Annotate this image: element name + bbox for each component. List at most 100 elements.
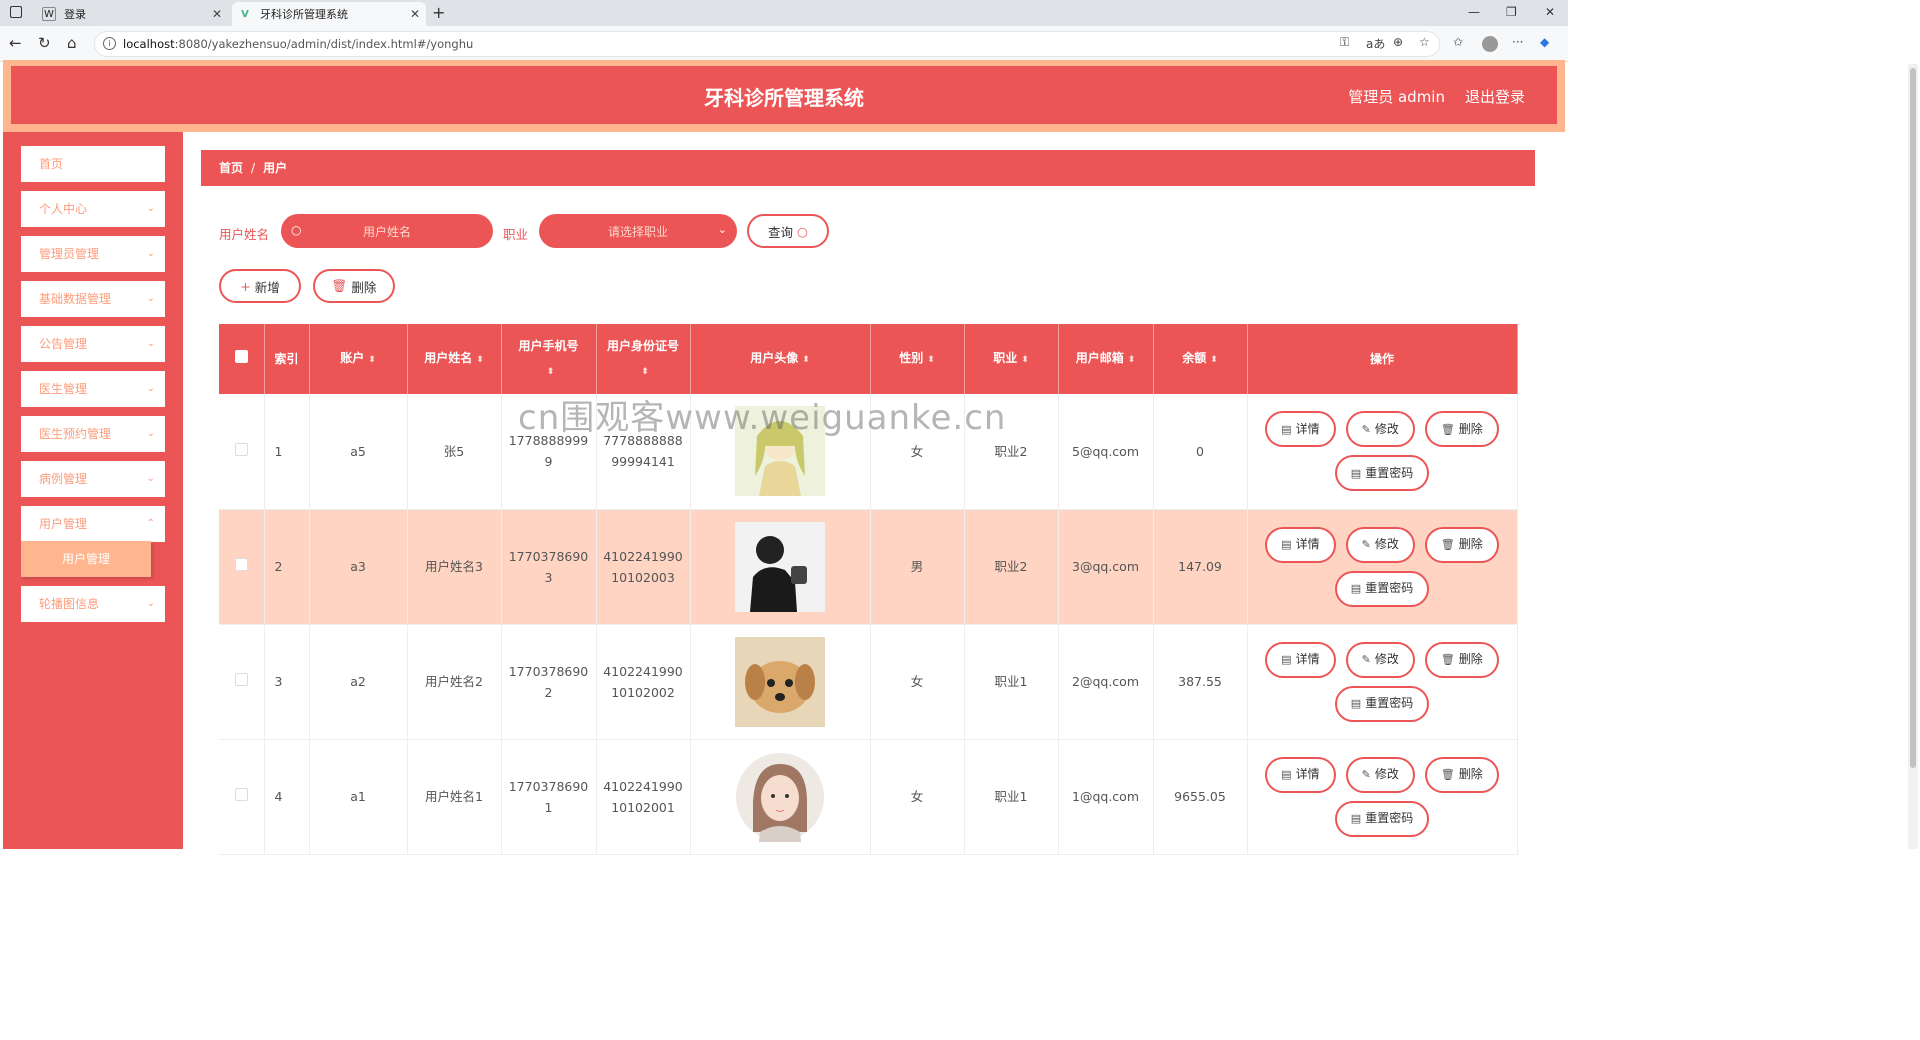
batch-delete-button[interactable]: 🗑 删除: [313, 269, 395, 303]
window-close-icon[interactable]: ✕: [1545, 5, 1555, 19]
col-idcard[interactable]: 用户身份证号 ⬍: [596, 324, 691, 394]
sidebar-item-cases[interactable]: 病例管理 ⌄: [21, 461, 165, 497]
pencil-icon: ✎: [1361, 538, 1371, 551]
detail-button[interactable]: ▤ 详情: [1265, 411, 1336, 448]
add-button[interactable]: + 新增: [219, 269, 301, 303]
sidebar-item-label: 基础数据管理: [39, 292, 112, 306]
sidebar-item-basedata[interactable]: 基础数据管理 ⌄: [21, 281, 165, 317]
detail-button[interactable]: ▤ 详情: [1265, 641, 1336, 678]
delete-button[interactable]: 🗑 删除: [1424, 526, 1499, 563]
url-field[interactable]: i localhost:8080/yakezhensuo/admin/dist/…: [94, 31, 1440, 57]
name-search-input[interactable]: ○ 用户姓名: [281, 214, 493, 248]
sort-icon[interactable]: ⬍: [1210, 355, 1218, 365]
man-silhouette-avatar[interactable]: [735, 521, 825, 612]
scrollbar[interactable]: [1908, 64, 1918, 849]
edit-button[interactable]: ✎ 修改: [1345, 526, 1415, 563]
sort-icon[interactable]: ⬍: [1128, 355, 1136, 365]
delete-button[interactable]: 🗑 删除: [1424, 411, 1499, 448]
sidebar-item-appointment[interactable]: 医生预约管理 ⌄: [21, 416, 165, 452]
query-button[interactable]: 查询 ○: [747, 214, 829, 248]
col-job[interactable]: 职业 ⬍: [964, 324, 1059, 394]
cell-avatar: [690, 509, 871, 625]
chevron-down-icon: ⌄: [146, 203, 155, 214]
col-name[interactable]: 用户姓名 ⬍: [407, 324, 502, 394]
home-icon[interactable]: ⌂: [67, 34, 77, 52]
document-icon: ▤: [1350, 466, 1362, 480]
reset-password-button[interactable]: ▤ 重置密码: [1334, 800, 1430, 837]
col-phone[interactable]: 用户手机号 ⬍: [501, 324, 597, 394]
table-row[interactable]: 2 a3 用户姓名3 17703786903 410224199010102003 男职业…: [219, 509, 1518, 625]
minimize-icon[interactable]: —: [1468, 5, 1480, 19]
pencil-icon: ✎: [1361, 653, 1371, 666]
more-icon[interactable]: ···: [1512, 35, 1523, 49]
cell-name: 张5: [407, 394, 502, 510]
reset-password-button[interactable]: ▤ 重置密码: [1334, 685, 1430, 722]
sort-icon[interactable]: ⬍: [547, 367, 555, 377]
sidebar-item-admin[interactable]: 管理员管理 ⌄: [21, 236, 165, 272]
tab-active[interactable]: V 牙科诊所管理系统 ✕: [232, 2, 426, 26]
trash-icon: 🗑: [331, 278, 348, 293]
row-checkbox[interactable]: [219, 739, 265, 855]
sidebar-subitem-users[interactable]: 用户管理: [21, 541, 151, 577]
reset-password-button[interactable]: ▤ 重置密码: [1334, 455, 1430, 492]
table-row[interactable]: 4 a1 用户姓名1 17703786901 410224199010102001 女职业…: [219, 739, 1518, 855]
sort-icon[interactable]: ⬍: [1021, 355, 1029, 365]
tab-actions-icon[interactable]: [10, 6, 22, 18]
girl-illustration-avatar[interactable]: [735, 751, 825, 842]
delete-button[interactable]: 🗑 删除: [1424, 756, 1499, 793]
table-row[interactable]: 3 a2 用户姓名2 17703786902 410224199010102002 女职业…: [219, 624, 1518, 740]
col-balance[interactable]: 余额 ⬍: [1153, 324, 1248, 394]
cell-idcard: 410224199010102001: [596, 739, 691, 855]
edit-button[interactable]: ✎ 修改: [1345, 756, 1415, 793]
plus-icon: +: [240, 278, 251, 294]
logout-link[interactable]: 退出登录: [1465, 86, 1525, 107]
new-tab-icon[interactable]: +: [432, 3, 445, 22]
edit-button[interactable]: ✎ 修改: [1345, 411, 1415, 448]
sort-icon[interactable]: ⬍: [802, 355, 810, 365]
profile-avatar[interactable]: [1482, 36, 1498, 52]
breadcrumb-home[interactable]: 首页: [219, 161, 243, 175]
close-tab-icon[interactable]: ✕: [410, 7, 420, 21]
edit-button[interactable]: ✎ 修改: [1345, 641, 1415, 678]
sidebar-item-notice[interactable]: 公告管理 ⌄: [21, 326, 165, 362]
sort-icon[interactable]: ⬍: [368, 355, 376, 365]
copilot-icon[interactable]: ◆: [1540, 35, 1549, 49]
col-avatar[interactable]: 用户头像 ⬍: [690, 324, 871, 394]
row-checkbox[interactable]: [219, 624, 265, 740]
sidebar-item-doctor[interactable]: 医生管理 ⌄: [21, 371, 165, 407]
back-icon[interactable]: ←: [9, 34, 22, 52]
sidebar-item-personal[interactable]: 个人中心 ⌄: [21, 191, 165, 227]
sidebar-item-home[interactable]: 首页: [21, 146, 165, 182]
reload-icon[interactable]: ↻: [38, 34, 51, 52]
detail-button[interactable]: ▤ 详情: [1265, 526, 1336, 563]
sidebar-item-users[interactable]: 用户管理 ⌃: [21, 506, 165, 542]
favorite-star-icon[interactable]: ☆: [1419, 35, 1430, 49]
col-gender[interactable]: 性别 ⬍: [870, 324, 965, 394]
sidebar-item-label: 医生管理: [39, 382, 88, 396]
sidebar-item-carousel[interactable]: 轮播图信息 ⌄: [21, 586, 165, 622]
reset-password-button[interactable]: ▤ 重置密码: [1334, 570, 1430, 607]
col-account[interactable]: 账户 ⬍: [309, 324, 408, 394]
tab-login[interactable]: W 登录 ✕: [36, 2, 228, 26]
col-email[interactable]: 用户邮箱 ⬍: [1058, 324, 1154, 394]
row-checkbox[interactable]: [219, 394, 265, 510]
site-info-icon[interactable]: i: [103, 37, 116, 50]
key-icon[interactable]: ⚿: [1340, 35, 1349, 50]
puppy-avatar[interactable]: [735, 636, 825, 727]
sort-icon[interactable]: ⬍: [927, 355, 935, 365]
add-button-label: 新增: [254, 279, 280, 295]
favorites-icon[interactable]: ✩: [1453, 35, 1463, 49]
sort-icon[interactable]: ⬍: [641, 367, 649, 377]
select-all-checkbox[interactable]: [219, 324, 265, 394]
sidebar-item-label: 首页: [39, 157, 64, 171]
job-select[interactable]: 请选择职业 ⌄: [539, 214, 737, 248]
detail-button[interactable]: ▤ 详情: [1265, 756, 1336, 793]
maximize-icon[interactable]: ❐: [1506, 5, 1517, 19]
zoom-icon[interactable]: ⊕: [1393, 35, 1403, 49]
row-checkbox[interactable]: [219, 509, 265, 625]
read-aloud-icon[interactable]: aあ: [1366, 35, 1385, 52]
cell-actions: ▤ 详情 ✎ 修改 🗑 删除 ▤ 重置密码: [1247, 509, 1518, 625]
sort-icon[interactable]: ⬍: [476, 355, 484, 365]
delete-button[interactable]: 🗑 删除: [1424, 641, 1499, 678]
close-tab-icon[interactable]: ✕: [212, 7, 222, 21]
